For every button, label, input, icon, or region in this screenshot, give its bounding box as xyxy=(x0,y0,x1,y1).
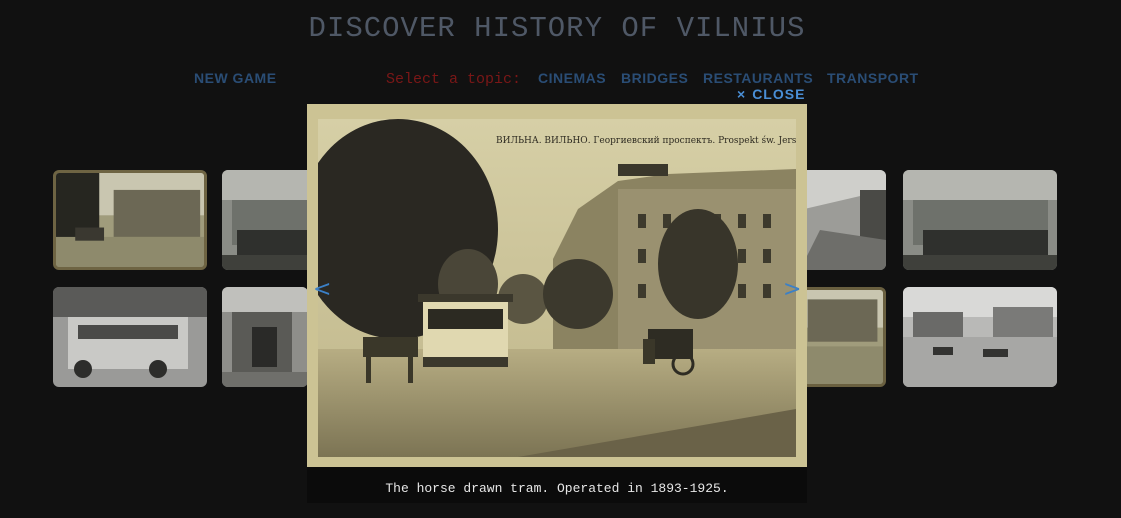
photo-header-text: ВИЛЬНА. ВИЛЬНО. Георгиевский проспектъ. … xyxy=(496,135,796,146)
page-title: DISCOVER HISTORY OF VILNIUS xyxy=(308,12,806,45)
thumbnail-horse-tram-2[interactable] xyxy=(800,287,886,387)
close-icon: × xyxy=(737,86,747,102)
close-button[interactable]: × CLOSE xyxy=(737,86,805,102)
close-label: CLOSE xyxy=(752,86,806,102)
topic-prompt: Select a topic: xyxy=(386,71,522,88)
topic-bridges[interactable]: BRIDGES xyxy=(621,70,688,86)
thumbnail-trolleybus-2[interactable] xyxy=(903,170,1057,270)
topic-restaurants[interactable]: RESTAURANTS xyxy=(703,70,813,86)
lightbox: ВИЛЬНА. ВИЛЬНО. Георгиевский проспектъ. … xyxy=(307,104,807,503)
next-arrow[interactable]: > xyxy=(783,279,801,301)
prev-arrow[interactable]: < xyxy=(313,279,331,301)
thumbnail-vintage-bus[interactable] xyxy=(53,287,207,387)
thumbnail-station-entrance[interactable] xyxy=(222,287,308,387)
thumbnail-horse-tram[interactable] xyxy=(53,170,207,270)
lightbox-photo: ВИЛЬНА. ВИЛЬНО. Георгиевский проспектъ. … xyxy=(318,119,796,457)
topic-transport[interactable]: TRANSPORT xyxy=(827,70,919,86)
new-game-link[interactable]: NEW GAME xyxy=(194,70,277,86)
thumbnail-railway-platform[interactable] xyxy=(800,170,886,270)
thumbnail-winter-square[interactable] xyxy=(903,287,1057,387)
topic-cinemas[interactable]: CINEMAS xyxy=(538,70,606,86)
caption: The horse drawn tram. Operated in 1893-1… xyxy=(307,467,807,503)
